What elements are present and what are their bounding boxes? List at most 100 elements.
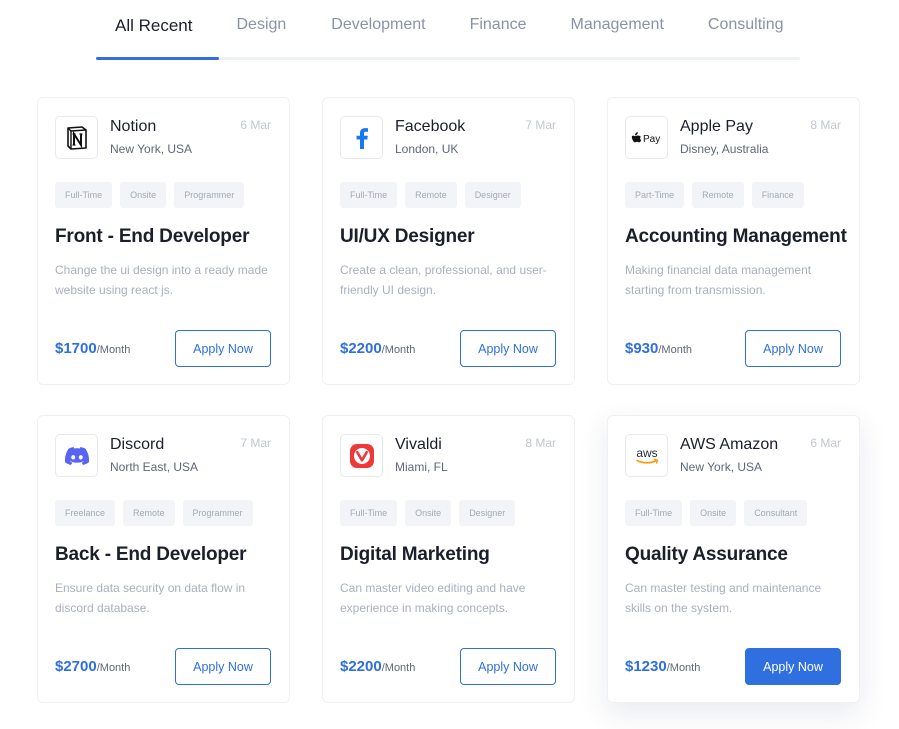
post-date: 6 Mar [240, 118, 271, 132]
vivaldi-logo-icon [349, 443, 374, 468]
salary-period: /Month [666, 662, 701, 674]
company-location: North East, USA [110, 460, 199, 474]
job-tag: Onsite [405, 500, 452, 526]
job-tag: Full-Time [55, 182, 113, 208]
tab-design[interactable]: Design [236, 16, 286, 36]
salary-amount: $2200 [340, 658, 382, 675]
tab-finance[interactable]: Finance [470, 16, 527, 36]
discord-logo-icon [64, 446, 89, 465]
company-logo [55, 116, 98, 159]
salary-amount: $2700 [55, 658, 97, 675]
company-location: Miami, FL [395, 460, 448, 474]
salary-period: /Month [658, 344, 693, 356]
company-location: Disney, Australia [680, 142, 769, 156]
company-name: Apple Pay [680, 118, 753, 135]
job-tags: Full-Time Remote Designer [340, 182, 521, 208]
job-tag: Remote [405, 182, 457, 208]
job-card: Pay Apple Pay Disney, Australia 8 Mar Pa… [607, 97, 860, 385]
post-date: 8 Mar [525, 436, 556, 450]
job-description: Making financial data management startin… [625, 263, 812, 297]
job-tags: Freelance Remote Programmer [55, 500, 253, 526]
job-tag: Designer [464, 182, 521, 208]
job-card: Discord North East, USA 7 Mar Freelance … [37, 415, 290, 703]
apply-now-button[interactable]: Apply Now [460, 330, 556, 367]
apply-now-button[interactable]: Apply Now [745, 648, 841, 685]
company-logo [340, 116, 383, 159]
job-card: Notion New York, USA 6 Mar Full-Time Ons… [37, 97, 290, 385]
job-tag: Part-Time [625, 182, 685, 208]
category-tabs: All Recent Design Development Finance Ma… [96, 0, 800, 62]
job-tag: Onsite [690, 500, 737, 526]
salary-amount: $1230 [625, 658, 667, 675]
tab-all-recent[interactable]: All Recent [115, 16, 192, 36]
job-tags: Full-Time Onsite Consultant [625, 500, 808, 526]
job-title: Front - End Developer [55, 226, 250, 247]
post-date: 8 Mar [810, 118, 841, 132]
tab-management[interactable]: Management [571, 16, 664, 36]
job-description: Ensure data security on data flow in dis… [55, 581, 246, 615]
salary: $1700/Month [55, 340, 130, 357]
job-title: UI/UX Designer [340, 226, 475, 247]
active-tab-indicator [96, 57, 219, 60]
company-name: Notion [110, 118, 157, 135]
facebook-logo-icon [356, 127, 368, 149]
job-tag: Remote [123, 500, 175, 526]
company-name: Facebook [395, 118, 466, 135]
salary: $1230/Month [625, 658, 700, 675]
job-tag: Freelance [55, 500, 116, 526]
job-tags: Full-Time Onsite Designer [340, 500, 516, 526]
notion-logo-icon [66, 125, 87, 150]
company-logo: Pay [625, 116, 668, 159]
job-tag: Consultant [744, 500, 808, 526]
salary: $2200/Month [340, 658, 415, 675]
job-tag: Full-Time [340, 500, 398, 526]
post-date: 6 Mar [810, 436, 841, 450]
job-tag: Full-Time [340, 182, 398, 208]
company-location: London, UK [395, 142, 459, 156]
job-title: Back - End Developer [55, 544, 247, 565]
salary: $930/Month [625, 340, 692, 357]
job-tag: Onsite [120, 182, 167, 208]
company-name: AWS Amazon [680, 436, 779, 453]
apple-pay-logo-icon: Pay [631, 131, 660, 145]
post-date: 7 Mar [525, 118, 556, 132]
apply-now-button[interactable]: Apply Now [745, 330, 841, 367]
salary-period: /Month [381, 344, 416, 356]
job-title: Digital Marketing [340, 544, 490, 565]
tab-row: All Recent Design Development Finance Ma… [96, 16, 800, 36]
job-tag: Remote [692, 182, 744, 208]
salary: $2700/Month [55, 658, 130, 675]
job-title: Quality Assurance [625, 544, 788, 565]
job-tag: Programmer [182, 500, 253, 526]
company-logo: aws [625, 434, 668, 477]
aws-logo-icon: aws [635, 446, 658, 464]
job-tag: Finance [751, 182, 804, 208]
job-tag: Full-Time [625, 500, 683, 526]
job-description: Create a clean, professional, and user-f… [340, 263, 547, 297]
job-tags: Full-Time Onsite Programmer [55, 182, 245, 208]
company-logo [55, 434, 98, 477]
tab-development[interactable]: Development [331, 16, 425, 36]
salary-period: /Month [96, 344, 131, 356]
salary-amount: $2200 [340, 340, 382, 357]
job-tag: Programmer [174, 182, 245, 208]
salary-period: /Month [96, 662, 131, 674]
job-card-highlighted: aws AWS Amazon New York, USA 6 Mar Full-… [607, 415, 860, 703]
apply-now-button[interactable]: Apply Now [175, 648, 271, 685]
job-tags: Part-Time Remote Finance [625, 182, 804, 208]
company-logo [340, 434, 383, 477]
tab-consulting[interactable]: Consulting [708, 16, 784, 36]
aws-wordmark: aws [636, 446, 657, 460]
company-name: Discord [110, 436, 165, 453]
job-description: Can master testing and maintenance skill… [625, 581, 822, 615]
job-tag: Designer [459, 500, 516, 526]
company-name: Vivaldi [395, 436, 442, 453]
apply-now-button[interactable]: Apply Now [460, 648, 556, 685]
job-card: Facebook London, UK 7 Mar Full-Time Remo… [322, 97, 575, 385]
job-card: Vivaldi Miami, FL 8 Mar Full-Time Onsite… [322, 415, 575, 703]
company-location: New York, USA [110, 142, 193, 156]
job-description: Change the ui design into a ready made w… [55, 263, 268, 297]
apple-pay-wordmark: Pay [643, 134, 660, 145]
company-location: New York, USA [680, 460, 763, 474]
apply-now-button[interactable]: Apply Now [175, 330, 271, 367]
